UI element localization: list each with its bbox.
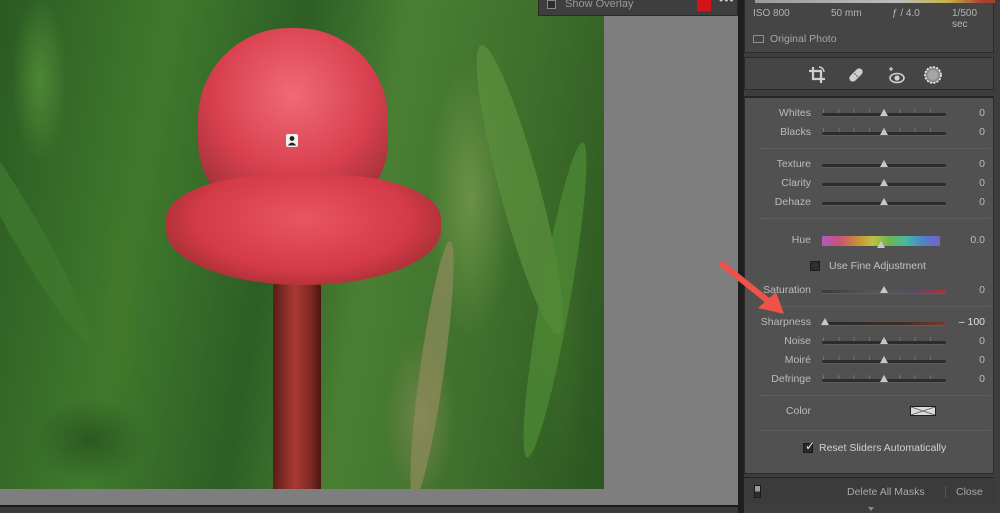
- mask-color-swatch[interactable]: [910, 406, 936, 416]
- section-divider: [760, 306, 990, 307]
- histogram: [755, 0, 995, 3]
- fine-adjustment-toggle[interactable]: Use Fine Adjustment: [810, 260, 926, 272]
- section-divider: [760, 430, 990, 431]
- shutter-speed: 1/500 sec: [952, 8, 978, 30]
- red-eye-icon[interactable]: [886, 65, 906, 85]
- slider-value[interactable]: 0: [979, 373, 985, 385]
- slider-row-defringe: Defringe 0: [745, 373, 993, 387]
- slider-row-dehaze: Dehaze 0: [745, 196, 993, 210]
- slider-row-hue: Hue 0.0: [745, 234, 993, 248]
- slider-thumb[interactable]: [821, 318, 829, 325]
- reset-sliders-label: Reset Sliders Automatically: [819, 442, 947, 454]
- slider-label: Whites: [778, 107, 811, 119]
- focal-length: 50 mm: [831, 8, 862, 19]
- slider-row-noise: Noise 0: [745, 335, 993, 349]
- slider-value[interactable]: – 100: [959, 316, 985, 328]
- flower-petals: [166, 175, 441, 285]
- slider-label: Defringe: [771, 373, 811, 385]
- slider-value[interactable]: 0.0: [970, 234, 985, 246]
- slider-value[interactable]: 0: [979, 354, 985, 366]
- checkmark-icon: ✓: [805, 439, 816, 453]
- annotation-arrow-icon: [719, 261, 784, 314]
- original-photo-toggle[interactable]: Original Photo: [753, 33, 837, 45]
- slider-value[interactable]: 0: [979, 335, 985, 347]
- color-row: Color: [745, 405, 993, 419]
- healing-icon[interactable]: [846, 65, 866, 85]
- reset-sliders-checkbox[interactable]: ✓: [803, 439, 815, 453]
- slider-thumb[interactable]: [880, 198, 888, 205]
- panel-on-off-switch[interactable]: [754, 485, 761, 498]
- panel-scroll-arrow-icon[interactable]: [868, 507, 874, 511]
- slider-label: Hue: [791, 234, 811, 246]
- slider-value[interactable]: 0: [979, 126, 985, 138]
- mask-pin-icon[interactable]: [286, 134, 298, 147]
- overlay-color-swatch[interactable]: [697, 0, 711, 11]
- tool-strip: [744, 57, 994, 90]
- background-leaf: [402, 239, 462, 489]
- mask-footer: Delete All Masks Close: [744, 477, 994, 505]
- original-photo-checkbox[interactable]: [753, 35, 764, 43]
- slider-thumb[interactable]: [880, 179, 888, 186]
- slider-value[interactable]: 0: [979, 284, 985, 296]
- histogram-info: ISO 800 50 mm ƒ / 4.0 1/500 sec Original…: [744, 0, 995, 53]
- overlay-toolbar: Show Overlay •••: [538, 0, 738, 16]
- slider-row-texture: Texture 0: [745, 158, 993, 172]
- slider-value[interactable]: 0: [979, 158, 985, 170]
- reset-sliders-toggle[interactable]: ✓ Reset Sliders Automatically: [803, 439, 947, 454]
- slider-label: Noise: [784, 335, 811, 347]
- background-leaf: [0, 109, 103, 351]
- footer-divider: [945, 486, 946, 498]
- aperture: ƒ / 4.0: [892, 8, 920, 19]
- slider-thumb[interactable]: [880, 356, 888, 363]
- slider-thumb[interactable]: [880, 160, 888, 167]
- iso-value: ISO 800: [753, 8, 790, 19]
- flower-stem: [273, 270, 321, 489]
- slider-value[interactable]: 0: [979, 177, 985, 189]
- slider-label: Moiré: [784, 354, 811, 366]
- slider-label: Clarity: [781, 177, 811, 189]
- color-label: Color: [785, 405, 811, 417]
- slider-label: Blacks: [780, 126, 811, 138]
- more-dots-icon[interactable]: •••: [719, 0, 735, 7]
- slider-row-moire: Moiré 0: [745, 354, 993, 368]
- masking-icon[interactable]: [923, 65, 943, 85]
- fine-adjustment-label: Use Fine Adjustment: [829, 260, 926, 272]
- slider-thumb[interactable]: [880, 375, 888, 382]
- close-button[interactable]: Close: [956, 486, 983, 498]
- slider-thumb[interactable]: [880, 128, 888, 135]
- section-divider: [760, 218, 990, 219]
- section-divider: [760, 148, 990, 149]
- slider-thumb[interactable]: [880, 337, 888, 344]
- filmstrip-edge: [0, 505, 738, 513]
- slider-thumb[interactable]: [877, 241, 885, 248]
- slider-row-blacks: Blacks 0: [745, 126, 993, 140]
- delete-all-masks-button[interactable]: Delete All Masks: [847, 486, 925, 498]
- crop-icon[interactable]: [807, 65, 827, 85]
- fine-adjustment-checkbox[interactable]: [810, 261, 820, 271]
- photo-canvas[interactable]: [0, 0, 604, 489]
- slider-thumb[interactable]: [880, 286, 888, 293]
- slider-row-whites: Whites 0: [745, 107, 993, 121]
- slider-row-sharpness: Sharpness – 100: [745, 316, 993, 330]
- slider-thumb[interactable]: [880, 109, 888, 116]
- slider-label: Texture: [776, 158, 811, 170]
- section-divider: [760, 395, 990, 396]
- slider-row-clarity: Clarity 0: [745, 177, 993, 191]
- slider-value[interactable]: 0: [979, 107, 985, 119]
- original-photo-label: Original Photo: [770, 33, 837, 45]
- sharpness-slider[interactable]: [822, 322, 946, 325]
- slider-value[interactable]: 0: [979, 196, 985, 208]
- slider-label: Dehaze: [774, 196, 811, 208]
- show-overlay-checkbox[interactable]: [547, 0, 556, 9]
- lightroom-window: Show Overlay ••• ISO 800 50 mm ƒ / 4.0 1…: [0, 0, 1000, 513]
- show-overlay-label: Show Overlay: [565, 0, 634, 10]
